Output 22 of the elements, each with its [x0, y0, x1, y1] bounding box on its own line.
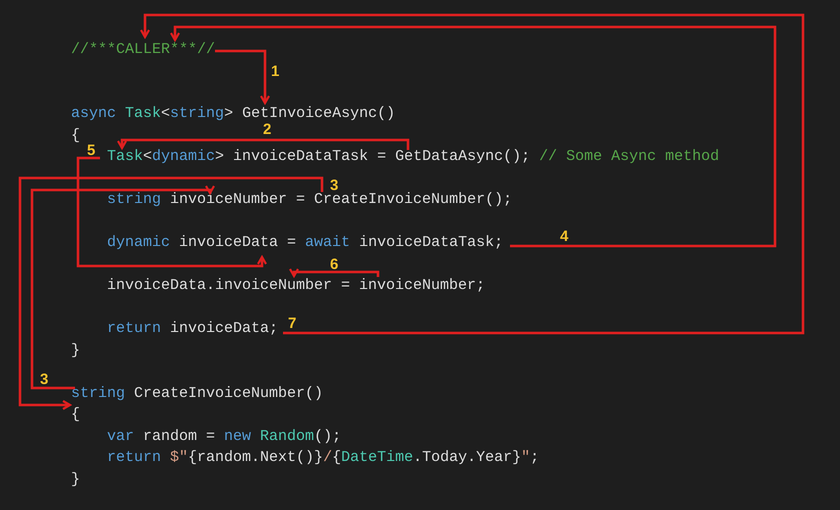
- step-number: 7: [288, 316, 296, 332]
- code-line: invoiceData.invoiceNumber = invoiceNumber;: [107, 278, 486, 294]
- code-line: //***CALLER***//: [71, 42, 216, 58]
- code-line: Task<dynamic> invoiceDataTask = GetDataAsync(); // Some Async method: [107, 149, 720, 166]
- step-number: 2: [263, 122, 272, 138]
- code-line: return $"{random.Next()}/{DateTime.Today.Year}";: [107, 450, 540, 466]
- code-line: return invoiceData;: [107, 321, 278, 338]
- step-number: 6: [330, 257, 338, 273]
- code-line: {: [71, 128, 80, 144]
- step-number: 5: [87, 143, 96, 159]
- step-number: 4: [560, 229, 568, 245]
- step-number: 3: [330, 178, 338, 194]
- code-line: {: [71, 407, 80, 424]
- code-line: }: [71, 472, 80, 488]
- step-number: 1: [271, 64, 280, 80]
- code-line: }: [71, 342, 80, 359]
- code-line: dynamic invoiceData = await invoiceDataTask;: [107, 235, 504, 252]
- code-line: string invoiceNumber = CreateInvoiceNumber();: [107, 192, 512, 208]
- code-line: var random = new Random();: [107, 428, 342, 445]
- code-line: async Task<string> GetInvoiceAsync(): [71, 106, 396, 122]
- step-number: 3: [40, 372, 48, 388]
- code-line: string CreateInvoiceNumber(): [71, 386, 324, 402]
